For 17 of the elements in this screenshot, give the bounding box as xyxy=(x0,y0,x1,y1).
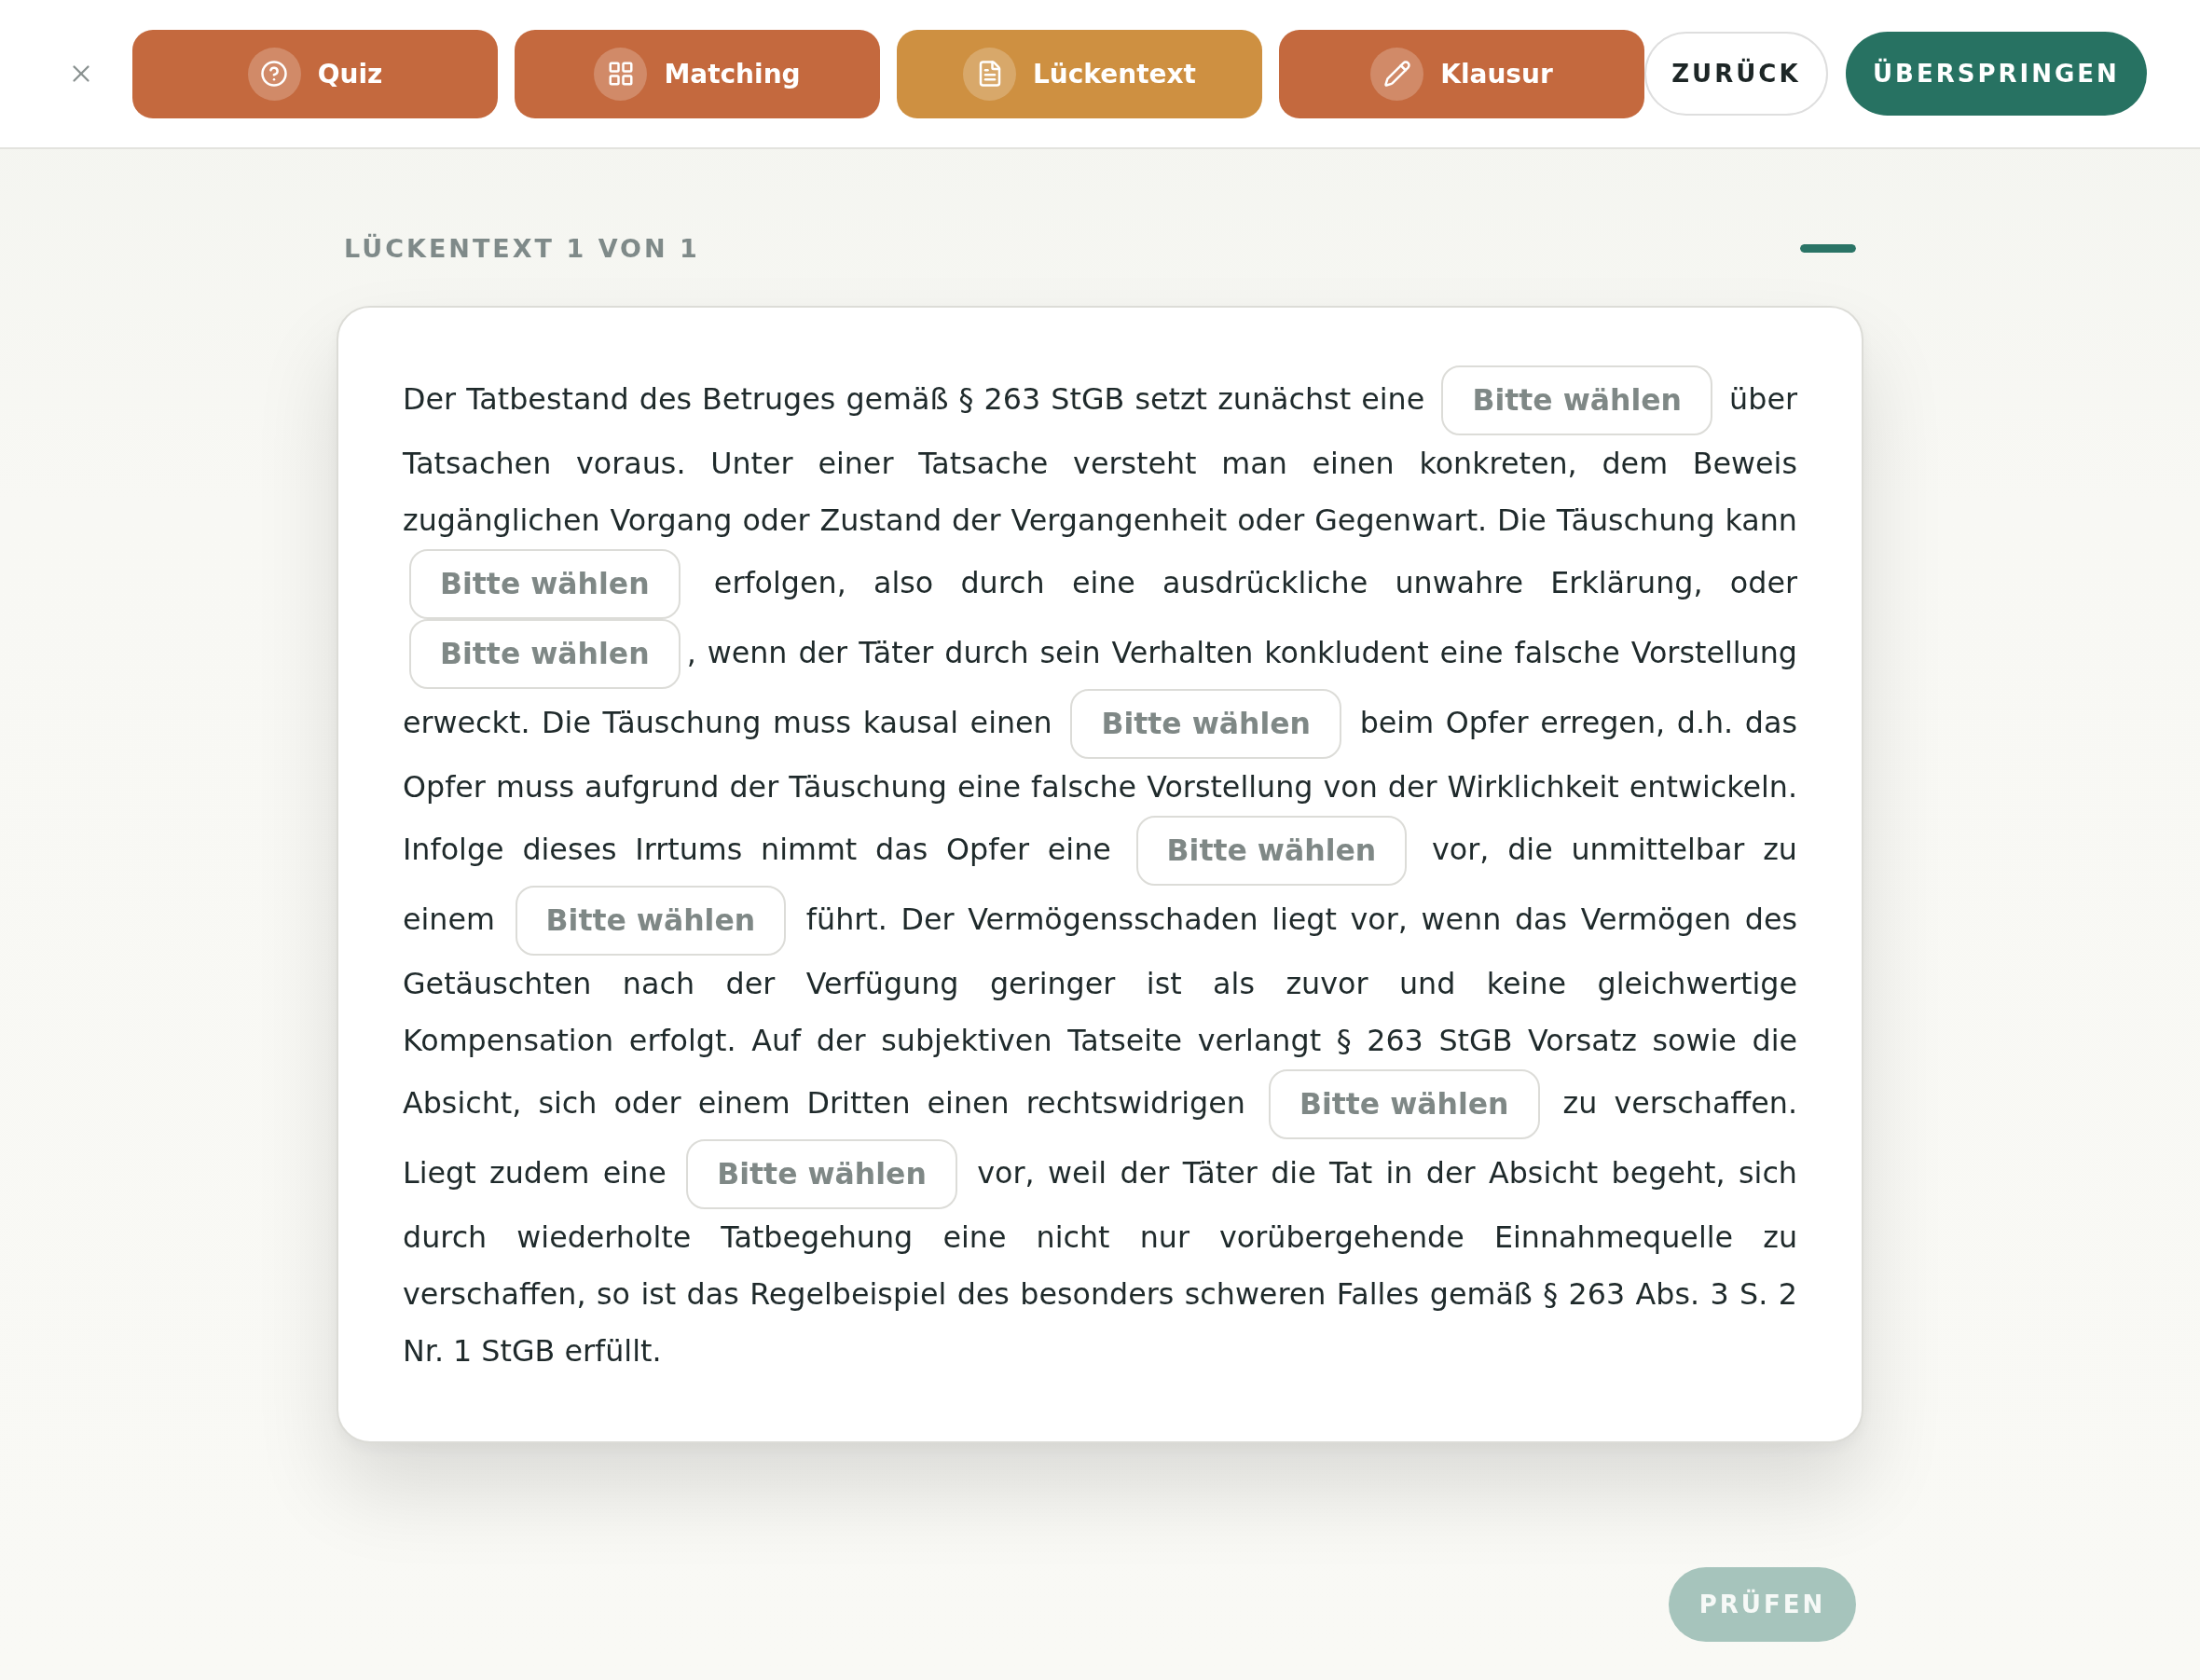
mode-tab[interactable]: Lückentext xyxy=(897,29,1262,118)
mode-tab[interactable]: Quiz xyxy=(132,29,498,118)
mode-tab[interactable]: Matching xyxy=(515,29,880,118)
gap-select[interactable]: Bitte wählen xyxy=(515,886,787,956)
exercise-counter: LÜCKENTEXT 1 VON 1 xyxy=(344,233,700,263)
mode-tab[interactable]: Klausur xyxy=(1279,29,1644,118)
back-button[interactable]: ZURÜCK xyxy=(1644,32,1828,116)
gap-select[interactable]: Bitte wählen xyxy=(686,1139,957,1209)
gap-select[interactable]: Bitte wählen xyxy=(409,549,681,619)
passage-text: Der Tatbestand des Betruges gemäß § 263 StGB setzt zunächst eine Bitte wählen über Tatsachen voraus. Unter einer Tatsache versteht man einen konkreten, dem Beweis zugänglichen Vorgang oder Zustand der Vergangenheit oder Gegenwart. Die Täuschung kann Bitte wählen erfolgen, also durch eine ausdrückliche unwahre Erklärung, oder Bitte wählen , wenn der Täter durch sein Verhalten konkludent eine falsche Vorstellung erweckt. Die Täuschung muss kausal einen Bitte wählen beim Opfer erregen, d.h. das Opfer muss aufgrund der Täuschung eine falsche Vorstellung von der Wirklichkeit entwickeln. Infolge dieses Irrtums nimmt das Opfer eine Bitte wählen vor, die unmittelbar zu einem Bitte wählen führt. Der Vermögensschaden liegt vor, wenn das Vermögen des Getäuschten nach der Verfügung geringer ist als zuvor und keine gleichwertige Kompensation erfolgt. Auf der subjektiven Tatseite verlangt § 263 StGB Vorsatz sowie die Absicht, sich oder einem Dritten einen rechtswidrigen Bitte wählen zu verschaffen. Liegt zudem eine Bitte wählen vor, weil der Täter die Tat in der Absicht begeht, sich durch wiederholte Tatbegehung eine nicht nur vorübergehende Einnahmequelle zu verschaffen, so ist das Regelbeispiel des besonders schweren Falles gemäß § 263 Abs. 3 S. 2 Nr. 1 StGB erfüllt. xyxy=(403,365,1797,1380)
gap-select[interactable]: Bitte wählen xyxy=(1135,816,1408,886)
gap-select[interactable]: Bitte wählen xyxy=(409,619,681,689)
document-icon xyxy=(963,47,1016,101)
gap-select[interactable]: Bitte wählen xyxy=(1268,1069,1540,1139)
skip-button[interactable]: ÜBERSPRINGEN xyxy=(1845,32,2147,116)
gap-select[interactable]: Bitte wählen xyxy=(1441,365,1712,435)
gap-select[interactable]: Bitte wählen xyxy=(1070,689,1341,759)
